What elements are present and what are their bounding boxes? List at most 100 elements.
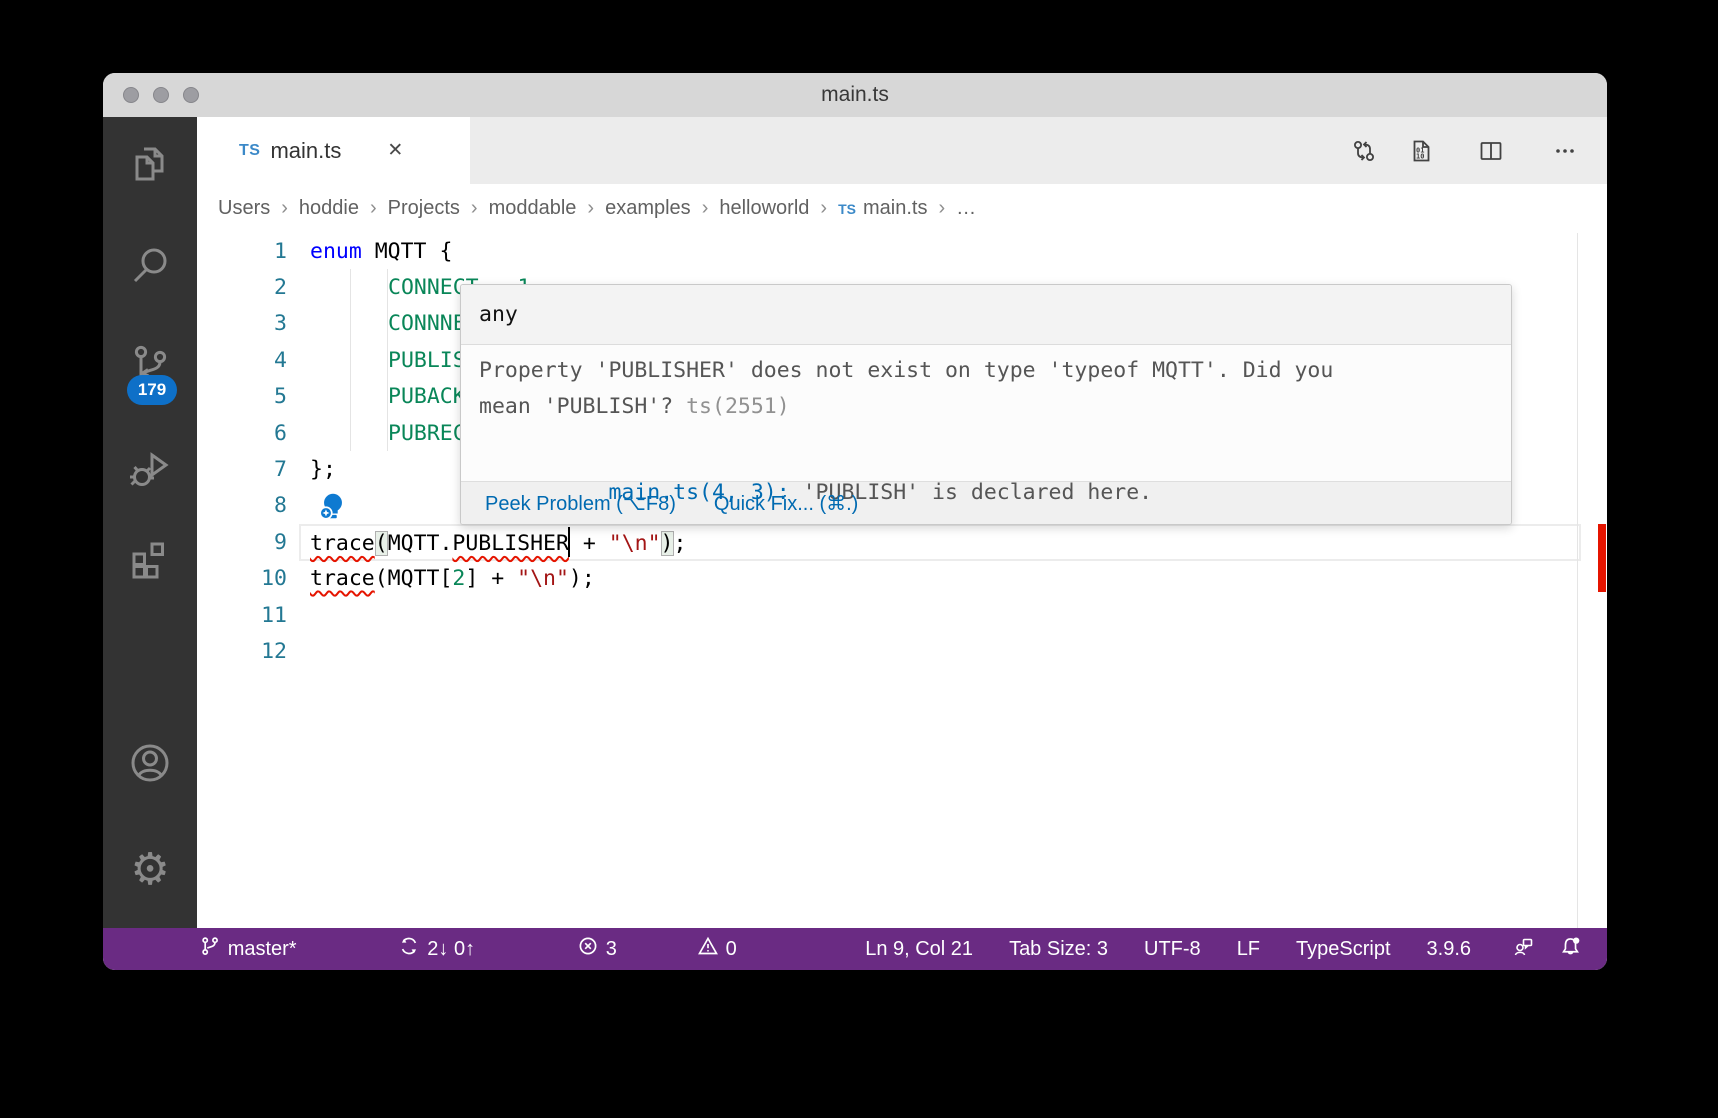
run-debug-icon [127,447,173,498]
breadcrumb-item[interactable]: hoddie [299,197,359,220]
breadcrumb-separator: › [281,197,288,219]
breadcrumb-item[interactable]: helloworld [719,197,809,220]
status-language-mode[interactable]: TypeScript [1296,938,1390,961]
status-encoding[interactable]: UTF-8 [1144,938,1201,961]
tab-close-icon[interactable]: ✕ [387,139,403,162]
more-actions-icon[interactable] [1552,138,1578,164]
warning-icon [631,913,718,970]
breadcrumb-separator: › [587,197,595,219]
line-number[interactable]: 5 [197,384,287,409]
sidebar-item-explorer[interactable] [103,131,197,203]
indent-guide [350,305,351,343]
code-line-9[interactable]: 9 trace(MQTT.PUBLISHER + "\n"); [197,524,1607,561]
lightbulb-autofix-icon[interactable] [318,491,348,521]
sidebar-item-account[interactable] [103,729,197,801]
line-number[interactable]: 4 [197,348,287,373]
tooltip-type-signature: any [461,285,1511,345]
status-problems[interactable]: 3 0 [511,913,737,970]
sidebar-item-settings[interactable]: ⚙ [103,834,197,906]
account-icon [127,740,173,791]
tooltip-message: Property 'PUBLISHER' does not exist on t… [461,345,1511,505]
code-text: trace(MQTT[2] + "\n"); [310,566,595,592]
settings-gear-icon: ⚙ [130,844,170,895]
code-text: trace(MQTT.PUBLISHER + "\n"); [310,527,686,558]
bell-icon[interactable] [1560,936,1581,963]
status-tab-size[interactable]: Tab Size: 3 [1009,938,1108,961]
code-line-1[interactable]: 1 enum MQTT { [197,233,1607,269]
breadcrumb-overflow[interactable]: … [956,197,976,220]
sync-icon [333,913,420,970]
line-number[interactable]: 6 [197,421,287,446]
titlebar: main.ts [103,73,1607,118]
warning-count: 0 [725,937,737,960]
zoom-window-button[interactable] [183,87,199,103]
indent-guide [350,269,351,306]
breadcrumb: Users › hoddie › Projects › moddable › examp… [197,184,1607,233]
breadcrumb-file[interactable]: main.ts [863,197,927,220]
code-line-12[interactable]: 12 [197,633,1607,669]
line-number[interactable]: 12 [197,639,287,664]
status-bar: master* 2↓ 0↑ 3 0 Ln 9, Col 21 Tab Size:… [103,928,1607,970]
line-number[interactable]: 2 [197,275,287,300]
line-number[interactable]: 8 [197,493,287,518]
status-ts-version[interactable]: 3.9.6 [1427,938,1471,961]
breadcrumb-item[interactable]: moddable [489,197,577,220]
code-line-10[interactable]: 10 trace(MQTT[2] + "\n"); [197,561,1607,597]
svg-text:10: 10 [1416,152,1424,160]
status-sync[interactable]: 2↓ 0↑ [333,913,475,970]
overview-ruler-error-marker[interactable] [1598,524,1606,592]
line-number[interactable]: 11 [197,603,287,628]
error-icon [511,913,598,970]
breadcrumb-item[interactable]: Users [218,197,270,220]
sidebar-item-run-debug[interactable] [103,436,197,508]
tab-main-ts[interactable]: TS main.ts ✕ [197,117,470,184]
minimize-window-button[interactable] [153,87,169,103]
code-text: }; [310,457,336,483]
window-title: main.ts [821,83,889,106]
peek-problem-link[interactable]: Peek Problem (⌥F8) [485,491,676,516]
editor-actions: 01 10 [1351,117,1607,184]
git-branch-icon [133,913,220,970]
typescript-file-icon: TS [838,200,856,217]
breadcrumb-separator: › [938,197,946,219]
traffic-lights [123,73,199,117]
line-number[interactable]: 3 [197,311,287,336]
breadcrumb-separator: › [470,197,478,219]
tab-label: main.ts [270,137,342,163]
overview-ruler-border [1577,233,1578,928]
quick-fix-link[interactable]: Quick Fix... (⌘.) [714,491,858,516]
breadcrumb-item[interactable]: examples [605,197,691,220]
line-number[interactable]: 7 [197,457,287,482]
extensions-icon [127,537,173,588]
split-editor-icon[interactable] [1478,138,1504,164]
indent-guide [387,378,388,415]
tab-bar: TS main.ts ✕ 01 10 [197,117,1607,184]
sidebar-item-source-control[interactable]: 179 [103,331,197,405]
status-cursor-position[interactable]: Ln 9, Col 21 [865,938,973,961]
indent-guide [387,342,388,379]
indent-guide [350,342,351,379]
line-number[interactable]: 10 [197,566,287,591]
sidebar-item-extensions[interactable] [103,526,197,598]
line-number[interactable]: 9 [197,530,287,555]
code-line-11[interactable]: 11 [197,597,1607,633]
breadcrumb-separator: › [820,197,828,219]
close-window-button[interactable] [123,87,139,103]
binary-file-icon[interactable]: 01 10 [1408,138,1434,164]
vscode-window: main.ts 179 ⚙ TS main.ts ✕ 01 10 Users ›… [103,73,1607,970]
status-eol[interactable]: LF [1237,938,1260,961]
indent-guide [387,414,388,452]
search-icon [127,242,173,293]
error-count: 3 [605,937,617,960]
error-message-line1: Property 'PUBLISHER' does not exist on t… [479,358,1334,383]
breadcrumb-item[interactable]: Projects [388,197,460,220]
code-text: enum MQTT { [310,238,453,264]
feedback-icon[interactable] [1513,936,1534,963]
indent-guide [350,378,351,415]
indent-guide [387,305,388,343]
git-compare-icon[interactable] [1351,138,1377,164]
typescript-file-icon: TS [239,141,261,159]
line-number[interactable]: 1 [197,239,287,264]
status-branch[interactable]: master* [133,913,297,970]
sidebar-item-search[interactable] [103,231,197,303]
